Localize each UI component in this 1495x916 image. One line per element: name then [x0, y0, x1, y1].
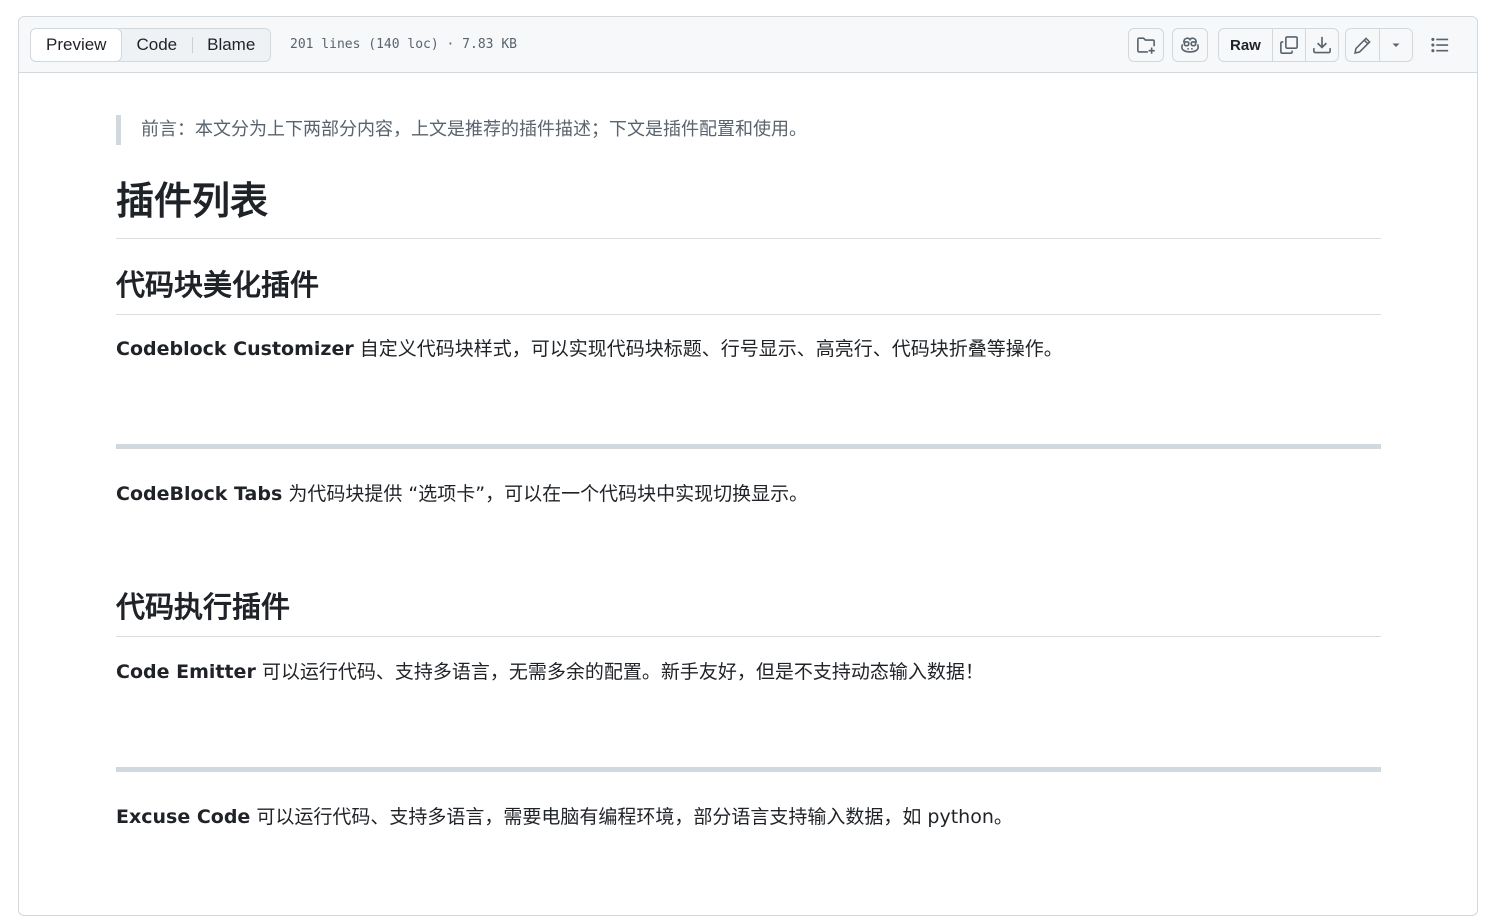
copy-icon	[1279, 35, 1299, 55]
copilot-icon	[1180, 35, 1200, 55]
heading-code-execution: 代码执行插件	[116, 585, 1381, 637]
file-info: 201 lines (140 loc) · 7.83 KB	[290, 37, 517, 52]
plugin-description: 自定义代码块样式，可以实现代码块标题、行号显示、高亮行、代码块折叠等操作。	[353, 338, 1063, 360]
add-file-icon	[1136, 35, 1156, 55]
paragraph-codeblock-customizer: Codeblock Customizer 自定义代码块样式，可以实现代码块标题、…	[116, 334, 1063, 364]
edit-options-dropdown[interactable]	[1379, 29, 1412, 61]
file-header-toolbar: Preview Code Blame 201 lines (140 loc) ·…	[19, 17, 1477, 73]
outline-button[interactable]	[1423, 28, 1457, 62]
horizontal-rule	[116, 767, 1381, 772]
copy-raw-button[interactable]	[1271, 29, 1305, 61]
plugin-name: Codeblock Customizer	[116, 338, 354, 360]
raw-label: Raw	[1230, 36, 1261, 54]
tab-code[interactable]: Code	[121, 29, 192, 61]
plugin-name: Code Emitter	[116, 661, 256, 683]
paragraph-excuse-code: Excuse Code 可以运行代码、支持多语言，需要电脑有编程环境，部分语言支…	[116, 802, 1013, 832]
plugin-name: CodeBlock Tabs	[116, 483, 283, 505]
blockquote: 前言：本文分为上下两部分内容，上文是推荐的插件描述；下文是插件配置和使用。	[116, 115, 807, 145]
tab-preview[interactable]: Preview	[30, 28, 123, 62]
raw-button[interactable]: Raw	[1219, 29, 1272, 61]
paragraph-code-emitter: Code Emitter 可以运行代码、支持多语言，无需多余的配置。新手友好，但…	[116, 657, 984, 687]
list-unordered-icon	[1430, 35, 1450, 55]
download-button[interactable]	[1304, 29, 1338, 61]
plugin-description: 可以运行代码、支持多语言，需要电脑有编程环境，部分语言支持输入数据，如 pyth…	[250, 806, 1013, 828]
copilot-button[interactable]	[1172, 28, 1208, 62]
heading-codeblock-beautify: 代码块美化插件	[116, 263, 1381, 315]
tab-blame[interactable]: Blame	[192, 29, 270, 61]
add-file-button[interactable]	[1128, 28, 1164, 62]
pencil-icon	[1353, 36, 1372, 55]
edit-button-group	[1345, 28, 1413, 62]
heading-plugin-list: 插件列表	[116, 173, 1381, 239]
plugin-description: 为代码块提供 “选项卡”，可以在一个代码块中实现切换显示。	[282, 483, 809, 505]
paragraph-codeblock-tabs: CodeBlock Tabs 为代码块提供 “选项卡”，可以在一个代码块中实现切…	[116, 479, 808, 509]
edit-file-button[interactable]	[1346, 29, 1379, 61]
raw-copy-download-group: Raw	[1218, 28, 1339, 62]
triangle-down-icon	[1390, 39, 1402, 51]
horizontal-rule	[116, 444, 1381, 449]
download-icon	[1312, 35, 1332, 55]
file-viewer: Preview Code Blame 201 lines (140 loc) ·…	[18, 16, 1478, 916]
plugin-name: Excuse Code	[116, 806, 251, 828]
view-mode-switcher: Preview Code Blame	[30, 28, 272, 62]
plugin-description: 可以运行代码、支持多语言，无需多余的配置。新手友好，但是不支持动态输入数据！	[255, 661, 984, 683]
